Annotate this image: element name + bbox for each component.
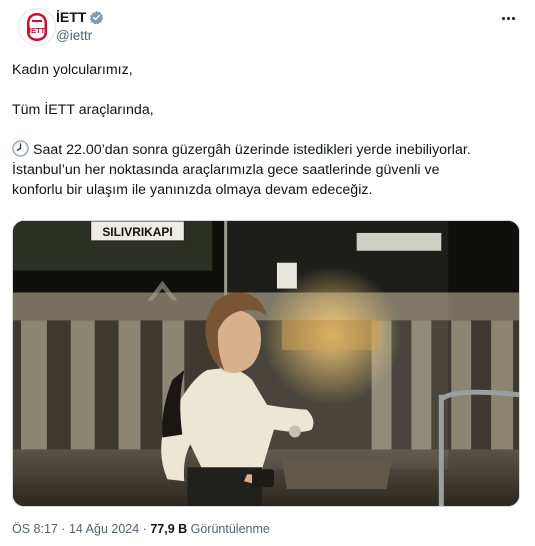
tweet-line-body: Saat 22.00’dan sonra güzergâh üzerinde i… (12, 140, 527, 200)
bus-stop-sign: SILIVRIKAPI (102, 225, 172, 239)
avatar[interactable]: İETT (18, 8, 56, 46)
tweet-line-scope: Tüm İETT araçlarında, (12, 102, 154, 118)
clock-emoji-icon (12, 140, 29, 157)
tweet-body-text: Saat 22.00’dan sonra güzergâh üzerinde i… (12, 142, 471, 198)
views-count: 77,9 B (150, 522, 188, 536)
separator: · (139, 522, 151, 536)
video-frame: SILIVRIKAPI (13, 221, 519, 506)
svg-text:İETT: İETT (29, 26, 46, 35)
views-label: Görüntülenme (187, 522, 270, 536)
tweet-date[interactable]: 14 Ağu 2024 (69, 522, 139, 536)
iett-logo-icon: İETT (27, 13, 47, 41)
verified-badge-icon (90, 10, 104, 25)
more-options-icon[interactable] (497, 10, 519, 26)
tweet-text: Kadın yolcularımız, Tüm İETT araçlarında… (12, 60, 527, 200)
tweet-line-greeting: Kadın yolcularımız, (12, 62, 133, 78)
tweet-video[interactable]: SILIVRIKAPI (12, 220, 520, 507)
tweet-meta: ÖS 8:17 · 14 Ağu 2024 · 77,9 B Görüntüle… (12, 521, 270, 537)
tweet-time[interactable]: ÖS 8:17 (12, 522, 58, 536)
separator: · (57, 522, 69, 536)
tweet-header: İETT İETT @iettr (12, 8, 523, 48)
handle[interactable]: @iettr (56, 27, 104, 45)
display-name[interactable]: İETT (56, 9, 86, 26)
